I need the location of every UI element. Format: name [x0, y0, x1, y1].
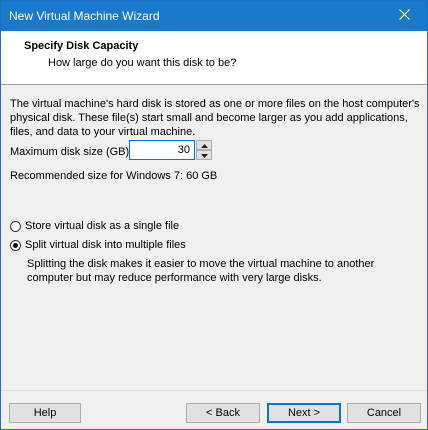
close-button[interactable]: [381, 1, 427, 31]
page-title: Specify Disk Capacity: [24, 40, 139, 52]
page-subtitle: How large do you want this disk to be?: [48, 57, 237, 69]
disk-size-spinner: [196, 140, 212, 160]
title-bar[interactable]: New Virtual Machine Wizard: [1, 1, 427, 31]
single-file-option[interactable]: Store virtual disk as a single file: [10, 220, 179, 232]
recommended-size-text: Recommended size for Windows 7: 60 GB: [10, 170, 218, 182]
split-file-radio[interactable]: [10, 239, 21, 251]
next-button[interactable]: Next >: [267, 403, 341, 423]
max-disk-size-label: Maximum disk size (GB):: [10, 146, 133, 158]
footer-divider: [1, 390, 427, 391]
single-file-label[interactable]: Store virtual disk as a single file: [25, 220, 179, 232]
wizard-header: Specify Disk Capacity How large do you w…: [1, 31, 427, 85]
wizard-window: New Virtual Machine Wizard Specify Disk …: [0, 0, 428, 430]
close-icon: [398, 9, 410, 23]
split-description: Splitting the disk makes it easier to mo…: [27, 258, 375, 284]
max-disk-size-input[interactable]: [129, 140, 195, 160]
back-button[interactable]: < Back: [186, 403, 260, 423]
spin-down-button[interactable]: [196, 150, 212, 160]
disk-description: The virtual machine's hard disk is store…: [10, 98, 420, 138]
single-file-radio[interactable]: [10, 220, 21, 232]
cancel-button[interactable]: Cancel: [347, 403, 421, 423]
split-file-label[interactable]: Split virtual disk into multiple files: [25, 239, 186, 251]
help-button[interactable]: Help: [9, 403, 81, 423]
arrow-down-icon: [200, 149, 208, 161]
split-file-option[interactable]: Split virtual disk into multiple files: [10, 239, 186, 251]
window-title: New Virtual Machine Wizard: [9, 9, 160, 23]
